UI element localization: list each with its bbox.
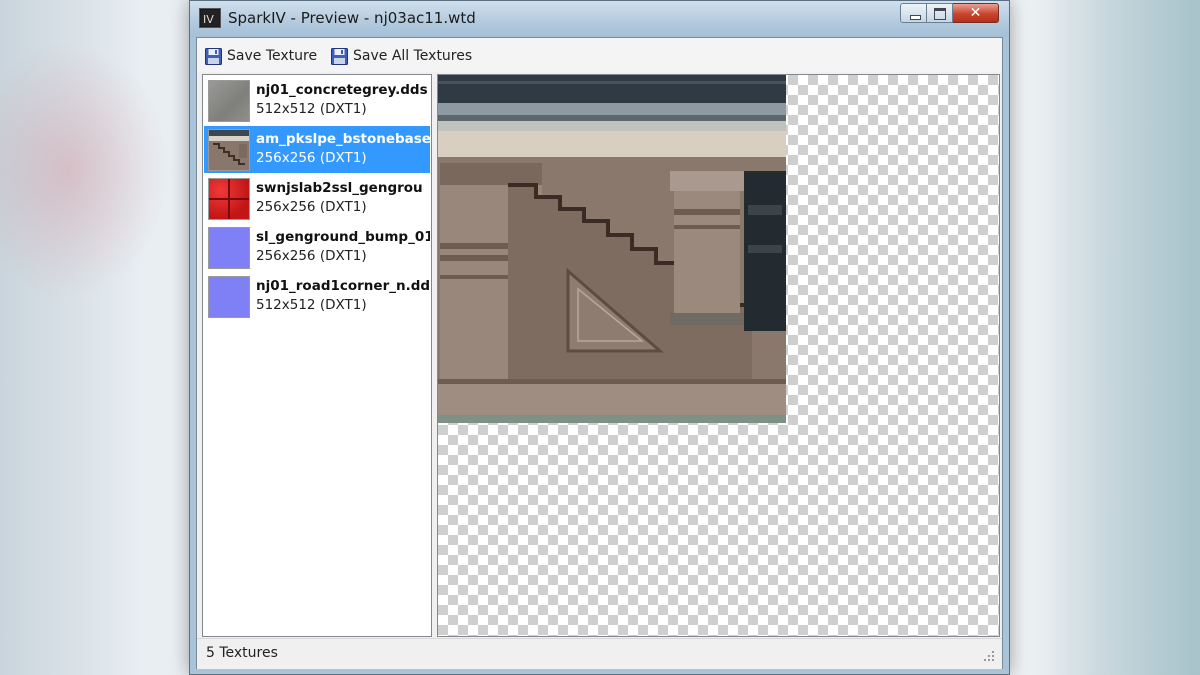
- caption-buttons: ✕: [900, 3, 999, 25]
- client-area: Save Texture Save All Textures nj01_conc…: [196, 37, 1003, 669]
- list-item[interactable]: nj01_road1corner_n.dds 512x512 (DXT1): [204, 273, 430, 320]
- desktop-background-highlight: [0, 40, 170, 300]
- texture-name: am_pkslpe_bstonebase: [256, 131, 430, 147]
- texture-name: nj01_road1corner_n.dds: [256, 278, 430, 294]
- status-bar: 5 Textures: [197, 638, 1002, 669]
- texture-thumbnail: [208, 227, 250, 269]
- texture-size: 512x512 (DXT1): [256, 101, 367, 117]
- toolbar: Save Texture Save All Textures: [197, 38, 1002, 72]
- list-item[interactable]: sl_genground_bump_01 256x256 (DXT1): [204, 224, 430, 271]
- svg-text:IV: IV: [203, 13, 214, 26]
- texture-thumbnail: [208, 178, 250, 220]
- sparkiv-preview-window: IV SparkIV - Preview - nj03ac11.wtd ✕ Sa…: [189, 0, 1010, 675]
- title-bar[interactable]: IV SparkIV - Preview - nj03ac11.wtd ✕: [190, 1, 1009, 37]
- floppy-disk-icon: [331, 47, 348, 65]
- save-texture-button[interactable]: Save Texture: [205, 45, 317, 67]
- close-icon[interactable]: ✕: [953, 3, 999, 23]
- minimize-icon[interactable]: [900, 3, 927, 23]
- maximize-icon[interactable]: [927, 3, 953, 23]
- texture-thumbnail: [208, 80, 250, 122]
- window-title: SparkIV - Preview - nj03ac11.wtd: [228, 9, 476, 27]
- texture-size: 256x256 (DXT1): [256, 199, 367, 215]
- texture-list[interactable]: nj01_concretegrey.dds 512x512 (DXT1) am_…: [202, 74, 432, 637]
- texture-preview-pane[interactable]: [437, 74, 1000, 637]
- floppy-disk-icon: [205, 47, 222, 65]
- resize-grip-icon[interactable]: [982, 649, 996, 663]
- save-texture-label: Save Texture: [227, 48, 318, 64]
- texture-size: 256x256 (DXT1): [256, 150, 367, 166]
- texture-thumbnail: [208, 129, 250, 171]
- texture-size: 512x512 (DXT1): [256, 297, 367, 313]
- texture-preview-image: [438, 75, 786, 423]
- texture-size: 256x256 (DXT1): [256, 248, 367, 264]
- save-all-textures-label: Save All Textures: [353, 48, 473, 64]
- texture-thumbnail: [208, 276, 250, 318]
- sparkiv-app-icon[interactable]: IV: [199, 8, 221, 28]
- list-item[interactable]: swnjslab2ssl_gengrou 256x256 (DXT1): [204, 175, 430, 222]
- status-texture-count: 5 Textures: [206, 645, 278, 661]
- desktop-background-edge: [1040, 0, 1200, 675]
- texture-name: sl_genground_bump_01: [256, 229, 430, 245]
- list-item[interactable]: nj01_concretegrey.dds 512x512 (DXT1): [204, 77, 430, 124]
- save-all-textures-button[interactable]: Save All Textures: [331, 45, 472, 67]
- list-item[interactable]: am_pkslpe_bstonebase 256x256 (DXT1): [204, 126, 430, 173]
- texture-name: swnjslab2ssl_gengrou: [256, 180, 423, 196]
- texture-name: nj01_concretegrey.dds: [256, 82, 428, 98]
